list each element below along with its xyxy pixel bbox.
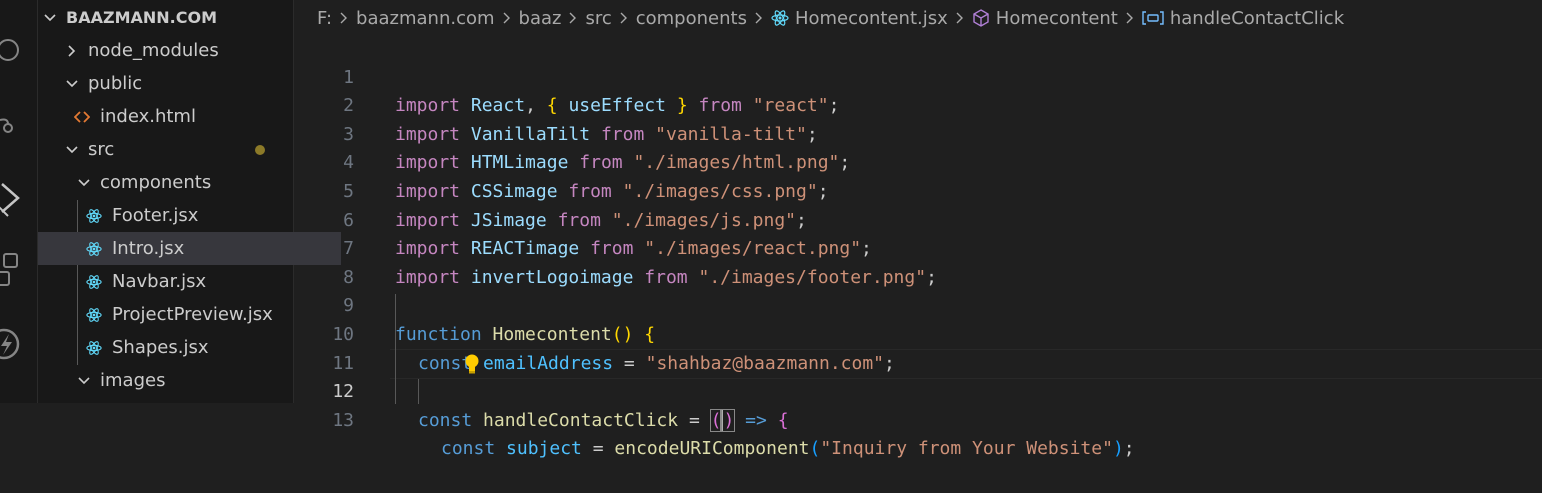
activity-bar [0, 0, 38, 403]
tree-item-src[interactable]: src [38, 133, 319, 166]
code-line: 4 import CSSimage from "./images/css.png… [294, 121, 1542, 202]
breadcrumb-part[interactable]: src [585, 8, 611, 29]
variable-symbol-icon [1142, 10, 1164, 26]
tree-item-label: components [100, 172, 212, 193]
tree-item-label: node_modules [88, 40, 219, 61]
chevron-down-icon [76, 376, 92, 385]
breadcrumb-component[interactable]: Homecontent [996, 8, 1118, 29]
react-icon [86, 273, 102, 291]
code-line: 12 const handleContactClick = () => { [294, 350, 1542, 432]
tree-item-label: Intro.jsx [112, 238, 185, 259]
tree-item-label: Navbar.jsx [112, 271, 207, 292]
code-line: 5 import JSimage from "./images/js.png"; [294, 149, 1542, 231]
tree-item-label: src [88, 139, 115, 160]
tree-item-label: images [100, 370, 166, 391]
source-control-icon[interactable] [0, 104, 37, 148]
line-number: 13 [332, 409, 354, 431]
chevron-down-icon [64, 145, 80, 154]
tree-item-label: ProjectPreview.jsx [112, 304, 273, 325]
tree-item-index-html[interactable]: index.html [38, 100, 329, 133]
code-text: const subject = encodeURIComponent("Inqu… [441, 438, 1135, 460]
code-line: 1 import React, { useEffect } from "reac… [294, 35, 1542, 117]
explorer-sidebar: BAAZMANN.COM node_modules public index.h… [38, 0, 341, 403]
tree-item-label: index.html [100, 106, 196, 127]
code-line: 3 import HTMLimage from "./images/html.p… [294, 92, 1542, 174]
cube-symbol-icon [972, 9, 990, 27]
bracket-match: ( [709, 408, 723, 432]
chevron-down-icon [42, 13, 58, 22]
breadcrumb-part[interactable]: components [636, 8, 747, 29]
tree-item-label: Footer.jsx [112, 205, 199, 226]
breadcrumb-drive[interactable]: F: [317, 8, 332, 29]
tree-item-label: Shapes.jsx [112, 337, 209, 358]
code-line: 2 import VanillaTilt from "vanilla-tilt"… [294, 64, 1542, 145]
code-line: 11 [294, 321, 1542, 374]
react-icon [86, 240, 102, 258]
chevron-right-icon [956, 12, 964, 24]
html-file-icon [74, 110, 90, 123]
code-line: 10 const emailAddress = "shahbaz@baazman… [294, 292, 1542, 374]
tree-item-node-modules[interactable]: node_modules [38, 34, 319, 67]
react-icon [86, 207, 102, 225]
tree-item-label: public [88, 73, 143, 94]
code-editor[interactable]: 1 import React, { useEffect } from "reac… [294, 35, 1542, 459]
modified-dot-icon [255, 145, 265, 155]
code-line: 7 import invertLogoimage from "./images/… [294, 207, 1542, 288]
code-line: 8 [294, 235, 1542, 288]
code-text: const handleContactClick = () => { [418, 408, 789, 432]
code-line: 6 import REACTimage from "./images/react… [294, 178, 1542, 260]
run-debug-icon[interactable] [0, 176, 37, 220]
react-icon [86, 306, 102, 324]
tree-item-public[interactable]: public [38, 67, 319, 100]
tree-item-components[interactable]: components [38, 166, 331, 199]
breadcrumb: F: baazmann.com baaz src components Home… [294, 0, 1542, 36]
breadcrumb-symbol[interactable]: handleContactClick [1170, 8, 1344, 29]
code-line: 9 function Homecontent() { [294, 264, 1542, 345]
chevron-right-icon [64, 44, 80, 57]
breadcrumb-part[interactable]: baaz [519, 8, 562, 29]
search-icon[interactable] [0, 28, 37, 72]
chevron-right-icon [1126, 12, 1134, 24]
extensions-icon[interactable] [0, 248, 37, 292]
breadcrumb-file[interactable]: Homecontent.jsx [795, 8, 948, 29]
breadcrumb-part[interactable]: baazmann.com [356, 8, 494, 29]
chevron-right-icon [503, 12, 511, 24]
chevron-right-icon [620, 12, 628, 24]
chevron-right-icon [569, 12, 577, 24]
react-icon [86, 339, 102, 357]
chevron-down-icon [76, 178, 92, 187]
react-icon [771, 9, 789, 27]
explorer-root-label: BAAZMANN.COM [66, 8, 217, 27]
lightning-icon[interactable] [0, 322, 37, 366]
tree-item-images[interactable]: images [38, 364, 331, 397]
chevron-right-icon [755, 12, 763, 24]
explorer-root[interactable]: BAAZMANN.COM [42, 1, 297, 34]
chevron-down-icon [64, 79, 80, 88]
code-line: 13 const subject = encodeURIComponent("I… [294, 378, 1542, 460]
chevron-right-icon [340, 12, 348, 24]
